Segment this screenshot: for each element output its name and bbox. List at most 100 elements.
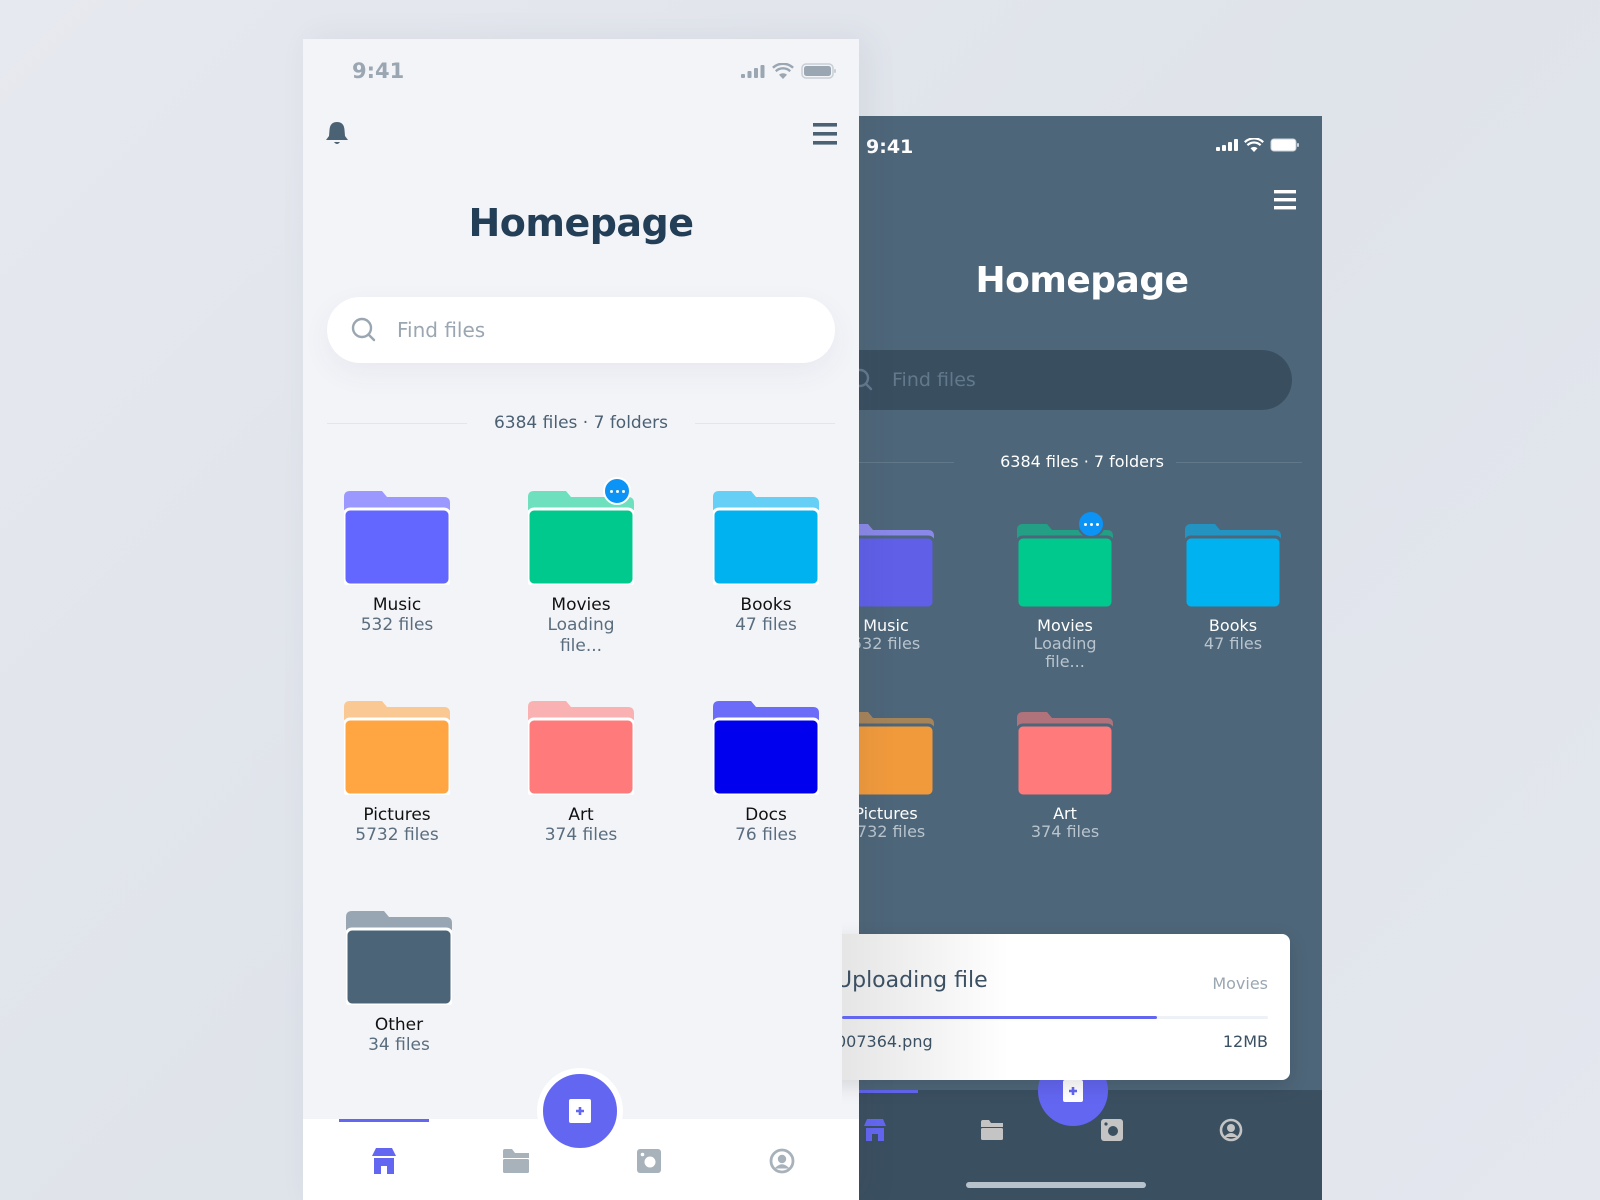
- nav-profile[interactable]: [1211, 1110, 1251, 1150]
- folder-icon: [1185, 524, 1281, 608]
- store-icon: [372, 1148, 396, 1174]
- search-placeholder: Find files: [892, 369, 976, 391]
- divider: [1176, 461, 1302, 463]
- status-icons: [741, 63, 837, 79]
- folder-name: Art: [568, 805, 594, 825]
- folder-movies[interactable]: Movies Loading file...: [1005, 510, 1125, 671]
- dark-mode-screen: 9:41 Homepage Find files 6384 files · 7 …: [842, 116, 1322, 1200]
- camera-icon: [637, 1149, 661, 1173]
- status-time: 9:41: [866, 136, 914, 158]
- folder-file-count: 532 files: [360, 615, 434, 635]
- folder-icon: [344, 701, 450, 795]
- folder-file-count: 374 files: [544, 825, 618, 845]
- store-icon: [864, 1119, 886, 1141]
- user-circle-icon: [769, 1148, 795, 1174]
- menu-button[interactable]: [1274, 190, 1296, 214]
- folder-file-count: 5732 files: [355, 825, 439, 845]
- folder-movies[interactable]: Movies Loading file...: [506, 477, 656, 657]
- battery-icon: [1270, 138, 1299, 152]
- status-icons: [1216, 138, 1300, 152]
- nav-files[interactable]: [496, 1141, 536, 1181]
- files-summary: 6384 files · 7 folders: [842, 452, 1322, 471]
- folder-icon: [344, 491, 450, 585]
- folder-art[interactable]: Art 374 files: [1005, 712, 1125, 841]
- page-title: Homepage: [468, 201, 694, 245]
- files-summary: 6384 files · 7 folders: [327, 411, 835, 435]
- folder-name: Docs: [745, 805, 787, 825]
- divider: [695, 423, 835, 424]
- search-input[interactable]: Find files: [327, 297, 835, 363]
- search-input[interactable]: Find files: [842, 350, 1292, 410]
- loading-badge: [1077, 510, 1105, 538]
- folder-docs[interactable]: Docs 76 files: [691, 701, 841, 846]
- upload-file-size: 12MB: [1222, 1032, 1268, 1051]
- light-mode-screen: 9:41 Homepage Find files 6384 files · 7 …: [303, 39, 859, 1200]
- nav-profile[interactable]: [762, 1141, 802, 1181]
- folder-icon: [981, 1120, 1003, 1140]
- wifi-icon: [772, 63, 794, 79]
- folder-icon: [1017, 524, 1113, 608]
- folder-name: Movies: [1037, 616, 1093, 635]
- upload-progress-bar: [842, 1016, 1268, 1019]
- menu-button[interactable]: [813, 123, 837, 149]
- folder-file-count: 76 files: [735, 825, 797, 845]
- folder-other[interactable]: Other 34 files: [324, 911, 474, 1056]
- folder-file-count: 47 files: [1203, 634, 1263, 653]
- upload-progress-fill: [842, 1016, 1158, 1019]
- folder-status: Loading file...: [1033, 634, 1097, 671]
- add-file-button[interactable]: [537, 1068, 623, 1154]
- add-file-icon: [569, 1099, 591, 1123]
- folder-music[interactable]: Music 532 files: [322, 491, 472, 636]
- upload-filename: 007364.png: [842, 1032, 933, 1051]
- signal-icon: [1216, 139, 1238, 151]
- folder-name: Movies: [551, 595, 611, 615]
- folder-file-count: 34 files: [368, 1035, 430, 1055]
- folder-name: Pictures: [363, 805, 431, 825]
- status-time: 9:41: [352, 59, 405, 83]
- active-tab-indicator: [339, 1119, 429, 1122]
- notifications-button[interactable]: [325, 121, 349, 151]
- wifi-icon: [1244, 138, 1264, 152]
- hamburger-menu-icon: [813, 123, 837, 145]
- folder-art[interactable]: Art 374 files: [506, 701, 656, 846]
- add-file-icon: [1063, 1080, 1083, 1102]
- folder-pictures[interactable]: Pictures 5732 files: [322, 701, 472, 846]
- nav-photos[interactable]: [1092, 1110, 1132, 1150]
- page-title: Homepage: [975, 260, 1189, 301]
- bell-icon: [326, 122, 348, 144]
- folder-icon: [528, 491, 634, 585]
- folder-name: Books: [1208, 616, 1258, 635]
- upload-progress-card[interactable]: Uploading file Movies 007364.png 12MB: [842, 934, 1290, 1080]
- files-summary-text: 6384 files · 7 folders: [469, 413, 693, 433]
- folder-icon: [713, 491, 819, 585]
- loading-badge: [603, 477, 631, 505]
- folder-status: Loading file...: [547, 615, 615, 656]
- folder-name: Music: [372, 595, 422, 615]
- camera-icon: [1101, 1119, 1123, 1141]
- nav-files[interactable]: [972, 1110, 1012, 1150]
- home-indicator: [966, 1182, 1146, 1188]
- divider: [327, 423, 467, 424]
- folder-books[interactable]: Books 47 files: [1173, 524, 1293, 653]
- folder-icon: [346, 911, 452, 1005]
- hamburger-menu-icon: [1274, 190, 1296, 210]
- files-summary-text: 6384 files · 7 folders: [978, 452, 1186, 471]
- folder-name: Other: [374, 1015, 424, 1035]
- upload-destination-folder: Movies: [1212, 974, 1268, 993]
- folder-file-count: 47 files: [735, 615, 797, 635]
- folder-icon: [528, 701, 634, 795]
- signal-icon: [741, 64, 765, 78]
- folder-name: Books: [740, 595, 792, 615]
- search-placeholder: Find files: [397, 318, 486, 342]
- folder-file-count: 374 files: [1030, 822, 1100, 841]
- folder-books[interactable]: Books 47 files: [691, 491, 841, 636]
- folder-name: Art: [1053, 804, 1077, 823]
- battery-icon: [801, 63, 836, 79]
- folder-icon: [1017, 712, 1113, 796]
- nav-home[interactable]: [855, 1110, 895, 1150]
- user-circle-icon: [1219, 1118, 1243, 1142]
- folder-icon: [713, 701, 819, 795]
- folder-icon: [503, 1149, 529, 1173]
- nav-home[interactable]: [364, 1141, 404, 1181]
- nav-photos[interactable]: [629, 1141, 669, 1181]
